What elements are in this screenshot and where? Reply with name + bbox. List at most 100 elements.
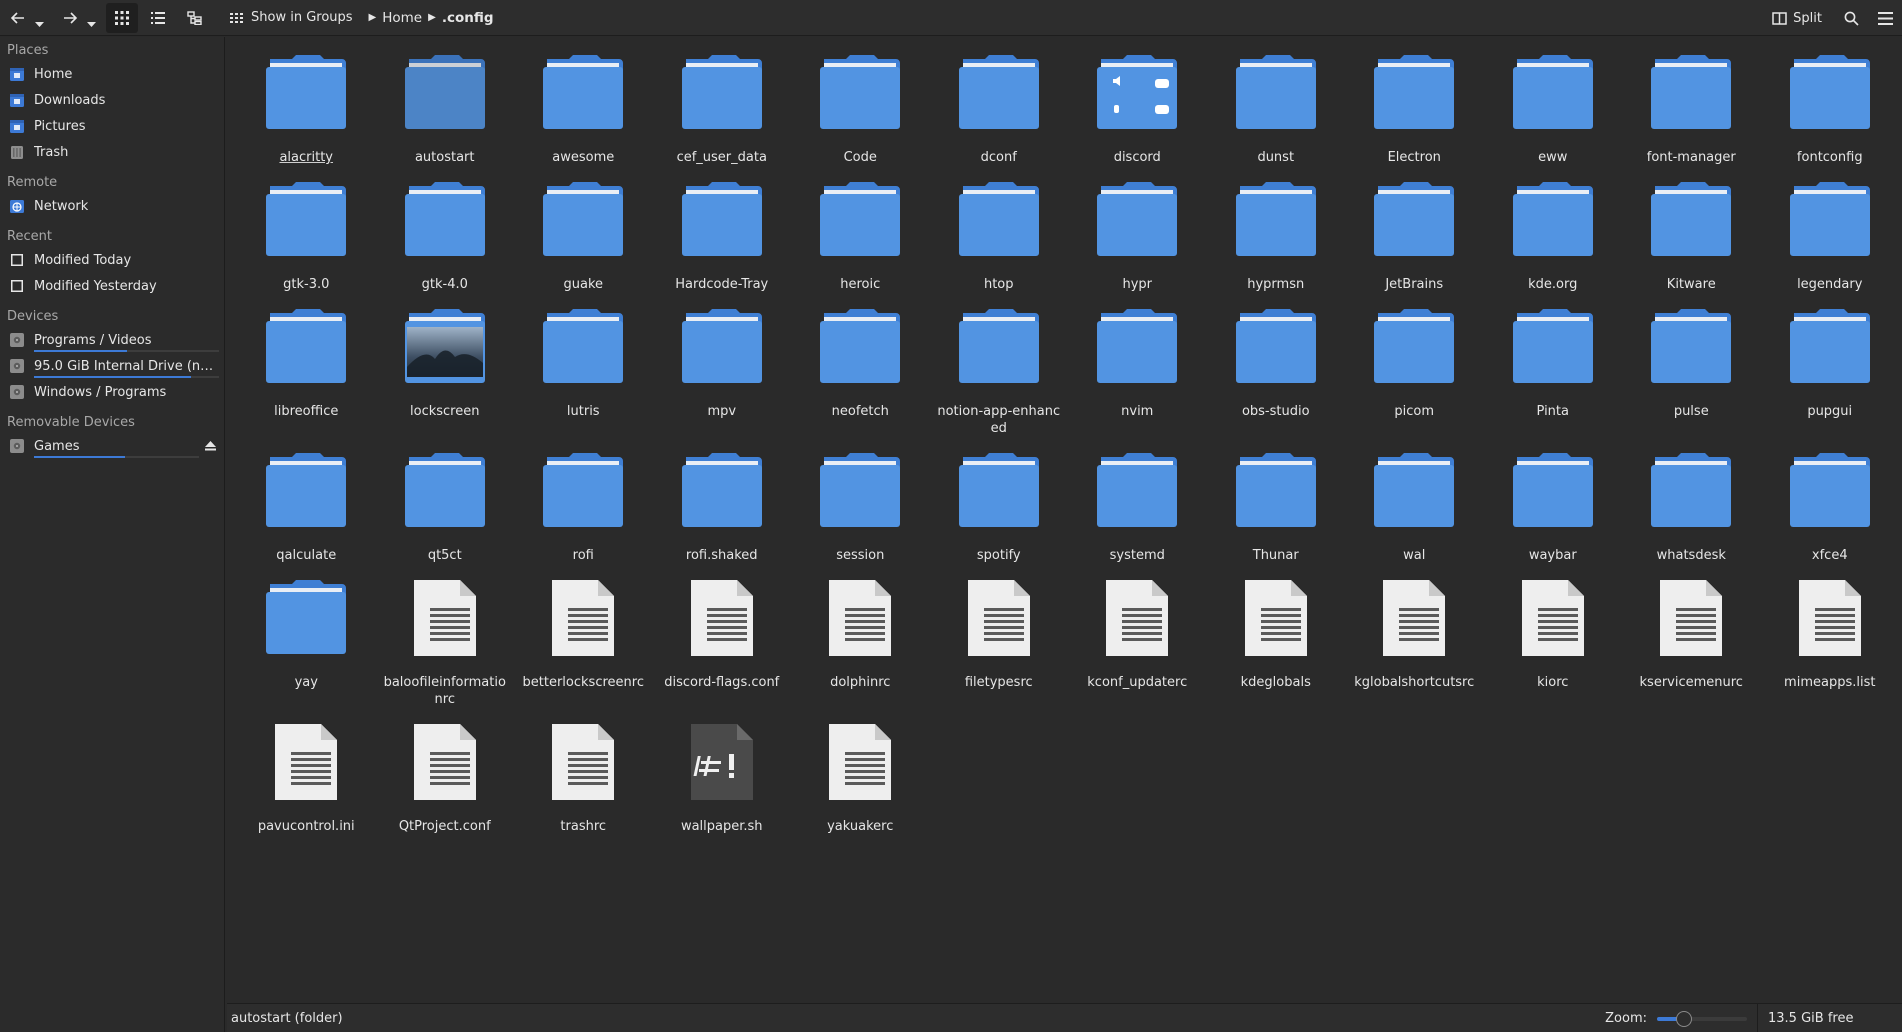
file-item[interactable]: kde.org (1484, 180, 1623, 307)
file-item[interactable]: htop (930, 180, 1069, 307)
file-view[interactable]: alacritty autostart awesome cef_user_data Co… (227, 37, 1902, 1002)
eject-icon[interactable] (205, 440, 216, 455)
file-item[interactable]: dunst (1207, 53, 1346, 180)
file-item[interactable]: whatsdesk (1622, 451, 1761, 578)
file-item[interactable]: kiorc (1484, 578, 1623, 722)
file-item[interactable]: Pinta (1484, 307, 1623, 451)
sidebar-item-modified-yesterday[interactable]: Modified Yesterday (0, 273, 224, 299)
file-item[interactable]: kservicemenurc (1622, 578, 1761, 722)
sidebar-item-downloads[interactable]: Downloads (0, 87, 224, 113)
folder-icon (1228, 307, 1324, 403)
file-item[interactable]: yakuakerc (791, 722, 930, 849)
file-item[interactable]: hyprmsn (1207, 180, 1346, 307)
sidebar-item-trash[interactable]: Trash (0, 139, 224, 165)
file-item[interactable]: libreoffice (237, 307, 376, 451)
file-item[interactable]: picom (1345, 307, 1484, 451)
zoom-slider-handle[interactable] (1676, 1010, 1692, 1027)
file-item[interactable]: dolphinrc (791, 578, 930, 722)
file-item[interactable]: rofi (514, 451, 653, 578)
file-item[interactable]: Code (791, 53, 930, 180)
sidebar-item-games[interactable]: Games (0, 433, 224, 459)
file-item[interactable]: Electron (1345, 53, 1484, 180)
file-item[interactable]: baloofileinformationrc (376, 578, 515, 722)
file-item[interactable]: systemd (1068, 451, 1207, 578)
file-item[interactable]: eww (1484, 53, 1623, 180)
file-item[interactable]: guake (514, 180, 653, 307)
show-in-groups-button[interactable]: Show in Groups (224, 3, 359, 33)
file-item[interactable]: qt5ct (376, 451, 515, 578)
file-item[interactable]: cef_user_data (653, 53, 792, 180)
file-item[interactable]: JetBrains (1345, 180, 1484, 307)
forward-button[interactable] (56, 3, 84, 33)
file-item[interactable]: fontconfig (1761, 53, 1900, 180)
file-name: lockscreen (410, 404, 480, 419)
sidebar-item-programs-videos[interactable]: Programs / Videos (0, 327, 224, 353)
file-item[interactable]: obs-studio (1207, 307, 1346, 451)
file-item[interactable]: yay (237, 578, 376, 722)
file-item[interactable]: gtk-3.0 (237, 180, 376, 307)
sidebar-item-modified-today[interactable]: Modified Today (0, 247, 224, 273)
hamburger-menu-button[interactable] (1868, 3, 1902, 33)
file-item[interactable]: rofi.shaked (653, 451, 792, 578)
zoom-slider[interactable] (1657, 1010, 1747, 1027)
file-item[interactable]: filetypesrc (930, 578, 1069, 722)
file-item[interactable]: kconf_updaterc (1068, 578, 1207, 722)
sidebar-item-95-0-gib-internal-drive-nvme0n1p5[interactable]: 95.0 GiB Internal Drive (nvme0n1p5) (0, 353, 224, 379)
file-item[interactable]: lockscreen (376, 307, 515, 451)
file-item[interactable]: qalculate (237, 451, 376, 578)
file-item[interactable]: notion-app-enhanced (930, 307, 1069, 451)
file-item[interactable]: awesome (514, 53, 653, 180)
file-item[interactable]: font-manager (1622, 53, 1761, 180)
folder-icon (1643, 53, 1739, 149)
file-item[interactable]: discord (1068, 53, 1207, 180)
file-item[interactable]: discord-flags.conf (653, 578, 792, 722)
file-item[interactable]: spotify (930, 451, 1069, 578)
file-item[interactable]: heroic (791, 180, 930, 307)
free-space[interactable]: 13.5 GiB free (1757, 1004, 1902, 1032)
file-item[interactable]: autostart (376, 53, 515, 180)
breadcrumb-home[interactable]: Home (376, 10, 428, 26)
sidebar-item-home[interactable]: Home (0, 61, 224, 87)
file-item[interactable]: nvim (1068, 307, 1207, 451)
split-button[interactable]: Split (1764, 3, 1830, 33)
file-item[interactable]: Thunar (1207, 451, 1346, 578)
back-history-button[interactable] (32, 3, 46, 33)
file-item[interactable]: lutris (514, 307, 653, 451)
file-item[interactable]: pavucontrol.ini (237, 722, 376, 849)
icons-view-button[interactable] (106, 2, 138, 33)
file-item[interactable]: waybar (1484, 451, 1623, 578)
file-item[interactable]: QtProject.conf (376, 722, 515, 849)
text-file-icon (1505, 578, 1601, 674)
file-item[interactable]: legendary (1761, 180, 1900, 307)
file-item[interactable]: pupgui (1761, 307, 1900, 451)
file-item[interactable]: kglobalshortcutsrc (1345, 578, 1484, 722)
search-button[interactable] (1834, 3, 1868, 33)
file-item[interactable]: trashrc (514, 722, 653, 849)
forward-history-button[interactable] (84, 3, 98, 33)
text-file-icon (812, 722, 908, 818)
details-view-button[interactable] (142, 3, 174, 33)
sidebar-item-windows-programs[interactable]: Windows / Programs (0, 379, 224, 405)
file-item[interactable]: betterlockscreenrc (514, 578, 653, 722)
file-item[interactable]: Hardcode-Tray (653, 180, 792, 307)
file-item[interactable]: xfce4 (1761, 451, 1900, 578)
file-item[interactable]: kdeglobals (1207, 578, 1346, 722)
tree-view-button[interactable] (178, 3, 210, 33)
sidebar-item-pictures[interactable]: Pictures (0, 113, 224, 139)
file-item[interactable]: Kitware (1622, 180, 1761, 307)
file-item[interactable]: alacritty (237, 53, 376, 180)
file-item[interactable]: wallpaper.sh (653, 722, 792, 849)
file-item[interactable]: wal (1345, 451, 1484, 578)
file-item[interactable]: gtk-4.0 (376, 180, 515, 307)
file-name: kde.org (1528, 277, 1578, 292)
file-item[interactable]: session (791, 451, 930, 578)
breadcrumb-current[interactable]: .config (436, 10, 500, 26)
file-item[interactable]: neofetch (791, 307, 930, 451)
file-item[interactable]: hypr (1068, 180, 1207, 307)
file-item[interactable]: pulse (1622, 307, 1761, 451)
file-item[interactable]: mimeapps.list (1761, 578, 1900, 722)
sidebar-item-network[interactable]: Network (0, 193, 224, 219)
back-button[interactable] (4, 3, 32, 33)
file-item[interactable]: dconf (930, 53, 1069, 180)
file-item[interactable]: mpv (653, 307, 792, 451)
